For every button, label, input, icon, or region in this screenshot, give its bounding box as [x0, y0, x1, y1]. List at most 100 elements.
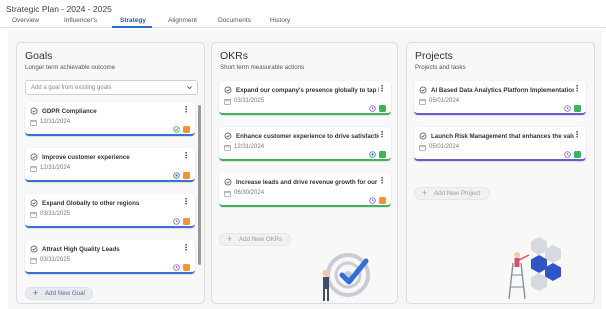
green-square-icon — [379, 151, 386, 158]
add-new-project-label: Add New Project — [434, 190, 481, 197]
tab-strategy[interactable]: Strategy — [120, 17, 146, 24]
more-options-icon[interactable]: ⋮ — [378, 85, 386, 93]
okrs-subtitle: Short term measurable actions — [220, 64, 305, 71]
orange-square-icon — [183, 218, 190, 225]
green-square-icon — [574, 105, 581, 112]
project-icon — [419, 86, 427, 94]
okr-title: Enhance customer experience to drive sat… — [236, 133, 379, 140]
orange-square-icon — [379, 197, 386, 204]
goal-date: 03/31/2025 — [40, 257, 71, 263]
okr-title: Increase leads and drive revenue growth … — [236, 179, 379, 186]
clock-icon — [369, 197, 376, 204]
green-square-icon — [379, 105, 386, 112]
tab-history[interactable]: History — [270, 17, 290, 24]
more-options-icon[interactable]: ⋮ — [182, 198, 190, 206]
project-illustration — [508, 237, 561, 300]
tab-overview[interactable]: Overview — [12, 17, 39, 24]
orange-square-icon — [183, 172, 190, 179]
goals-column: Goals Longer term achievable outcome Add… — [16, 42, 205, 304]
okr-icon — [224, 178, 232, 186]
chevron-down-icon — [187, 86, 192, 90]
calendar-icon — [224, 191, 231, 197]
orange-square-icon — [183, 264, 190, 271]
okrs-column: OKRs Short term measurable actions Expan… — [211, 42, 398, 304]
clock-icon — [369, 105, 376, 112]
more-options-icon[interactable]: ⋮ — [378, 131, 386, 139]
goal-card[interactable]: Attract High Quality Leads 03/31/2025 ⋮ — [25, 240, 195, 274]
target-icon — [173, 172, 180, 179]
okr-card[interactable]: Enhance customer experience to drive sat… — [219, 127, 391, 161]
tab-alignment[interactable]: Alignment — [168, 17, 197, 24]
calendar-icon — [419, 99, 426, 105]
projects-subtitle: Projects and tasks — [415, 64, 466, 71]
okr-date: 12/31/2024 — [234, 144, 265, 150]
add-new-goal-label: Add New Goal — [45, 290, 85, 297]
more-options-icon[interactable]: ⋮ — [573, 131, 581, 139]
okr-icon — [224, 132, 232, 140]
goal-title: Improve customer experience — [42, 154, 130, 161]
goal-card[interactable]: GDPR Compliance 12/31/2024 ⋮ — [25, 102, 195, 136]
okrs-title: OKRs — [220, 50, 249, 62]
projects-column: Projects Projects and tasks AI Based Dat… — [406, 42, 595, 304]
add-new-okrs-button[interactable]: + Add New OKRs — [219, 233, 291, 246]
goal-title: Attract High Quality Leads — [42, 246, 120, 253]
okr-date: 03/31/2025 — [234, 98, 265, 104]
goal-date: 03/31/2025 — [40, 211, 71, 217]
active-tab-indicator — [112, 26, 152, 28]
more-options-icon[interactable]: ⋮ — [573, 85, 581, 93]
goal-select[interactable]: Add a goal from existing goals — [25, 80, 198, 95]
okr-date: 06/30/2024 — [234, 190, 265, 196]
more-options-icon[interactable]: ⋮ — [182, 152, 190, 160]
target-icon — [369, 151, 376, 158]
scrollbar-thumb[interactable] — [198, 105, 201, 265]
goal-card[interactable]: Expand Globally to other regions 03/31/2… — [25, 194, 195, 228]
tab-documents[interactable]: Documents — [218, 17, 251, 24]
goal-icon — [30, 107, 38, 115]
green-square-icon — [574, 151, 581, 158]
plus-icon: + — [422, 188, 428, 198]
projects-title: Projects — [415, 50, 453, 62]
more-options-icon[interactable]: ⋮ — [378, 177, 386, 185]
goal-date: 12/31/2024 — [40, 165, 71, 171]
calendar-icon — [224, 145, 231, 151]
calendar-icon — [30, 166, 37, 172]
project-card[interactable]: Launch Risk Management that enhances the… — [414, 127, 586, 161]
project-date: 05/01/2024 — [429, 144, 460, 150]
goal-card[interactable]: Improve customer experience 12/31/2024 ⋮ — [25, 148, 195, 182]
project-title: AI Based Data Analytics Platform Impleme… — [431, 87, 574, 94]
calendar-icon — [419, 145, 426, 151]
add-new-okrs-label: Add New OKRs — [239, 236, 283, 243]
calendar-icon — [224, 99, 231, 105]
goal-select-placeholder: Add a goal from existing goals — [31, 85, 112, 91]
okr-icon — [224, 86, 232, 94]
goal-title: GDPR Compliance — [42, 108, 97, 115]
goals-title: Goals — [25, 50, 53, 62]
tab-influencers[interactable]: Influencer's — [64, 17, 97, 24]
strategy-board: Goals Longer term achievable outcome Add… — [8, 30, 602, 309]
project-card[interactable]: AI Based Data Analytics Platform Impleme… — [414, 81, 586, 115]
clock-icon — [564, 105, 571, 112]
calendar-icon — [30, 212, 37, 218]
okr-illustration — [322, 253, 370, 301]
goal-icon — [30, 245, 38, 253]
more-options-icon[interactable]: ⋮ — [182, 244, 190, 252]
okr-title: Expand our company's presence globally t… — [236, 87, 379, 94]
calendar-icon — [30, 258, 37, 264]
okr-card[interactable]: Expand our company's presence globally t… — [219, 81, 391, 115]
goal-icon — [30, 153, 38, 161]
goal-title: Expand Globally to other regions — [42, 200, 140, 207]
clock-icon — [173, 264, 180, 271]
add-new-goal-button[interactable]: + Add New Goal — [25, 287, 93, 300]
add-new-project-button[interactable]: + Add New Project — [414, 187, 490, 200]
tab-bar: Overview Influencer's Strategy Alignment… — [0, 16, 606, 28]
more-options-icon[interactable]: ⋮ — [182, 106, 190, 114]
project-icon — [419, 132, 427, 140]
orange-square-icon — [183, 126, 190, 133]
goal-icon — [30, 199, 38, 207]
okr-card[interactable]: Increase leads and drive revenue growth … — [219, 173, 391, 207]
plus-icon: + — [227, 234, 233, 244]
calendar-icon — [30, 120, 37, 126]
project-title: Launch Risk Management that enhances the… — [431, 133, 574, 140]
clock-icon — [173, 218, 180, 225]
page-title: Strategic Plan - 2024 - 2025 — [6, 4, 112, 14]
